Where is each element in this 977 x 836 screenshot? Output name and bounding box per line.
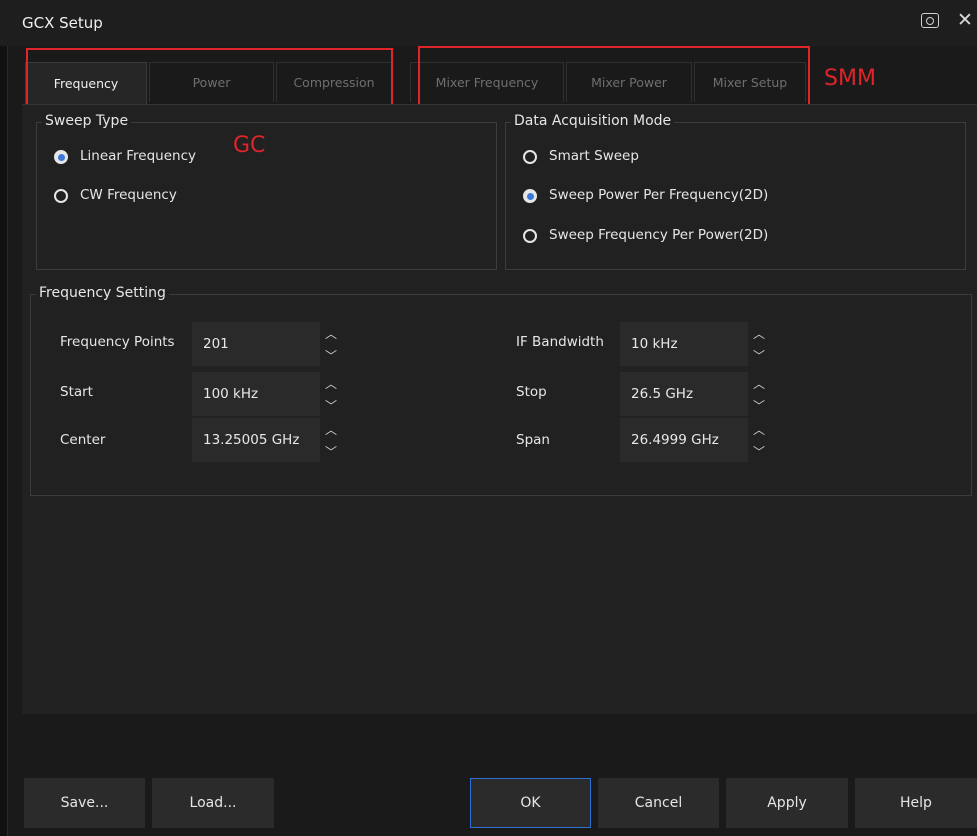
linear-frequency-radio[interactable] [54, 150, 68, 164]
close-icon[interactable]: ✕ [957, 10, 973, 30]
chevron-up-icon[interactable]: ︿ [320, 418, 342, 440]
center-spinner[interactable]: ︿ ﹀ [320, 418, 342, 462]
ok-button[interactable]: OK [470, 778, 591, 828]
chevron-down-icon[interactable]: ﹀ [748, 344, 770, 366]
chevron-up-icon[interactable]: ︿ [320, 322, 342, 344]
title-bar [0, 0, 977, 46]
sweep-power-per-frequency-radio[interactable] [523, 189, 537, 203]
chevron-down-icon[interactable]: ﹀ [320, 394, 342, 416]
stop-label: Stop [516, 384, 547, 400]
sweep-frequency-per-power-radio[interactable] [523, 229, 537, 243]
chevron-up-icon[interactable]: ︿ [748, 322, 770, 344]
sweep-frequency-per-power-label[interactable]: Sweep Frequency Per Power(2D) [549, 227, 768, 243]
center-label: Center [60, 432, 106, 448]
chevron-down-icon[interactable]: ﹀ [320, 440, 342, 462]
cancel-button[interactable]: Cancel [598, 778, 719, 828]
save-button[interactable]: Save... [24, 778, 145, 828]
chevron-down-icon[interactable]: ﹀ [748, 440, 770, 462]
gc-annotation-label: GC [233, 133, 266, 158]
gc-annotation-box [26, 48, 393, 110]
stop-spinner[interactable]: ︿ ﹀ [748, 372, 770, 416]
frequency-setting-group [30, 294, 972, 496]
help-button[interactable]: Help [855, 778, 977, 828]
chevron-up-icon[interactable]: ︿ [748, 372, 770, 394]
frequency-points-spinner[interactable]: ︿ ﹀ [320, 322, 342, 366]
if-bandwidth-input[interactable]: 10 kHz [620, 322, 748, 366]
chevron-down-icon[interactable]: ﹀ [320, 344, 342, 366]
span-spinner[interactable]: ︿ ﹀ [748, 418, 770, 462]
span-input[interactable]: 26.4999 GHz [620, 418, 748, 462]
smart-sweep-label[interactable]: Smart Sweep [549, 148, 639, 164]
frequency-setting-label: Frequency Setting [36, 285, 169, 301]
if-bandwidth-label: IF Bandwidth [516, 334, 604, 350]
window-title: GCX Setup [22, 14, 103, 32]
chevron-up-icon[interactable]: ︿ [748, 418, 770, 440]
frequency-points-label: Frequency Points [60, 334, 175, 350]
cw-frequency-radio[interactable] [54, 189, 68, 203]
load-button[interactable]: Load... [152, 778, 274, 828]
camera-icon[interactable] [921, 13, 939, 28]
sweep-type-label: Sweep Type [42, 113, 132, 129]
start-input[interactable]: 100 kHz [192, 372, 320, 416]
chevron-up-icon[interactable]: ︿ [320, 372, 342, 394]
start-spinner[interactable]: ︿ ﹀ [320, 372, 342, 416]
cw-frequency-label[interactable]: CW Frequency [80, 187, 177, 203]
span-label: Span [516, 432, 550, 448]
stop-input[interactable]: 26.5 GHz [620, 372, 748, 416]
smm-annotation-label: SMM [824, 66, 876, 91]
start-label: Start [60, 384, 93, 400]
center-input[interactable]: 13.25005 GHz [192, 418, 320, 462]
smart-sweep-radio[interactable] [523, 150, 537, 164]
apply-button[interactable]: Apply [726, 778, 848, 828]
window-left-edge [0, 0, 8, 836]
data-acquisition-label: Data Acquisition Mode [511, 113, 675, 129]
if-bandwidth-spinner[interactable]: ︿ ﹀ [748, 322, 770, 366]
chevron-down-icon[interactable]: ﹀ [748, 394, 770, 416]
frequency-points-input[interactable]: 201 [192, 322, 320, 366]
sweep-power-per-frequency-label[interactable]: Sweep Power Per Frequency(2D) [549, 187, 768, 203]
linear-frequency-label[interactable]: Linear Frequency [80, 148, 196, 164]
smm-annotation-box [418, 46, 810, 106]
